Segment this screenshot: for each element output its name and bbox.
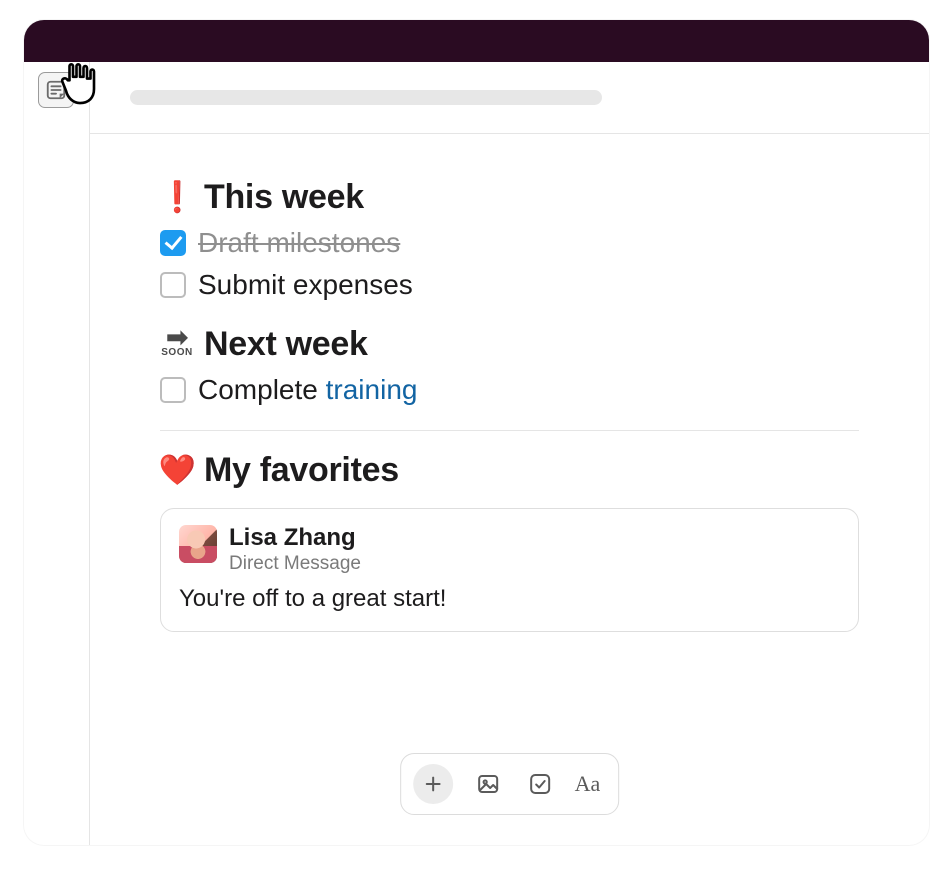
checkbox[interactable] <box>160 272 186 298</box>
checklist-item: Draft milestones <box>160 227 859 259</box>
section-heading-this-week: ❗ This week <box>160 178 859 217</box>
checklist-item-label[interactable]: Draft milestones <box>198 227 400 259</box>
app-window: ❗ This week Draft milestones Submit expe… <box>24 20 929 845</box>
image-button[interactable] <box>471 767 505 801</box>
heading-text: This week <box>204 178 364 217</box>
card-message: You're off to a great start! <box>179 585 840 613</box>
heart-emoji: ❤️ <box>160 456 194 486</box>
heading-text: Next week <box>204 325 368 364</box>
checklist-item: Complete training <box>160 374 859 406</box>
canvas-note-icon <box>45 79 67 101</box>
message-card[interactable]: Lisa Zhang Direct Message You're off to … <box>160 508 859 632</box>
section-heading-next-week: ➡ SOON Next week <box>160 325 859 364</box>
exclamation-emoji: ❗ <box>160 183 194 213</box>
plus-icon <box>422 773 444 795</box>
header <box>90 62 929 134</box>
card-user-name: Lisa Zhang <box>229 525 361 551</box>
soon-emoji: ➡ SOON <box>160 331 194 358</box>
checklist-next-week: Complete training <box>160 374 859 406</box>
training-link[interactable]: training <box>326 374 418 405</box>
checklist-button[interactable] <box>523 767 557 801</box>
checklist-this-week: Draft milestones Submit expenses <box>160 227 859 301</box>
add-button[interactable] <box>413 764 453 804</box>
divider <box>160 430 859 431</box>
titlebar <box>24 20 929 62</box>
checkbox-icon <box>528 772 552 796</box>
document-content[interactable]: ❗ This week Draft milestones Submit expe… <box>90 134 929 632</box>
text-format-button[interactable]: Aa <box>575 771 601 797</box>
avatar <box>179 525 217 563</box>
checkbox[interactable] <box>160 377 186 403</box>
card-subtitle: Direct Message <box>229 553 361 575</box>
bottom-toolbar: Aa <box>400 753 620 815</box>
title-placeholder[interactable] <box>130 90 602 105</box>
main-area: ❗ This week Draft milestones Submit expe… <box>90 62 929 845</box>
image-icon <box>476 772 500 796</box>
checkbox[interactable] <box>160 230 186 256</box>
heading-text: My favorites <box>204 451 399 490</box>
checklist-item-label[interactable]: Complete training <box>198 374 417 406</box>
checklist-item-label[interactable]: Submit expenses <box>198 269 413 301</box>
checklist-item: Submit expenses <box>160 269 859 301</box>
sidebar <box>24 62 90 845</box>
canvas-button[interactable] <box>38 72 74 108</box>
section-heading-favorites: ❤️ My favorites <box>160 451 859 490</box>
